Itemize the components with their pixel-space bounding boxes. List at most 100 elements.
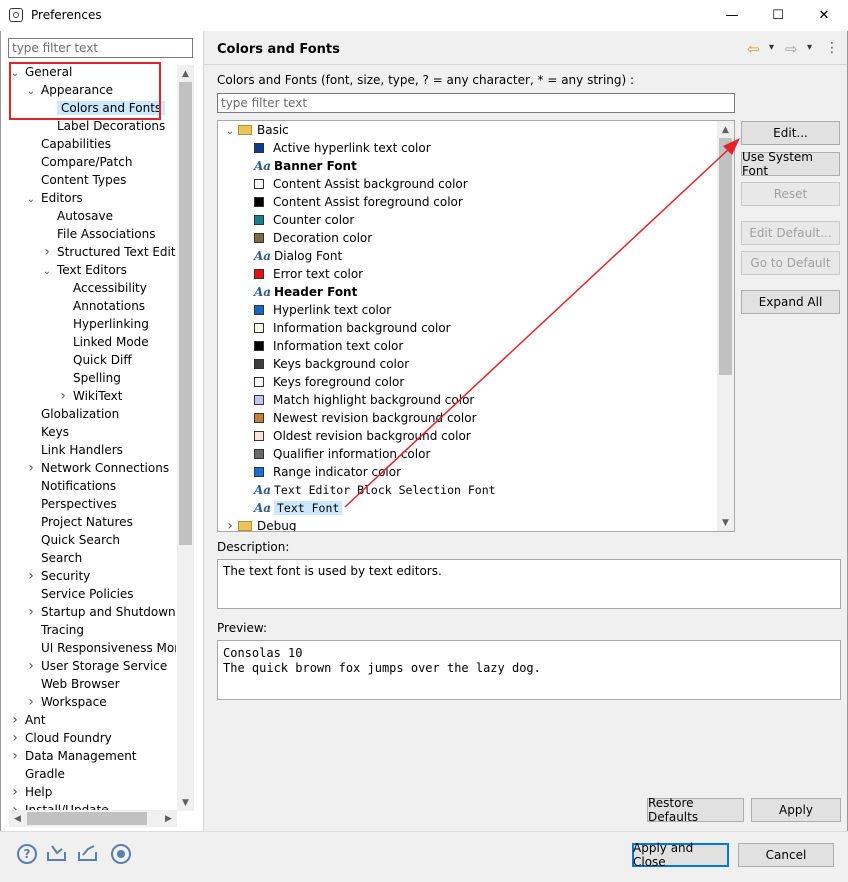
color-font-item[interactable]: Aa Text Font xyxy=(254,499,343,517)
tree-item-tracing[interactable]: Tracing xyxy=(25,621,84,639)
tree-item-accessibility[interactable]: Accessibility xyxy=(57,279,147,297)
record-icon[interactable] xyxy=(111,844,131,864)
tree-item-data-management[interactable]: › Data Management xyxy=(9,747,136,765)
tree-item-compare-patch[interactable]: Compare/Patch xyxy=(25,153,132,171)
color-font-item[interactable]: Hyperlink text color xyxy=(254,301,391,319)
tree-item-file-associations[interactable]: File Associations xyxy=(41,225,155,243)
tree-item-notifications[interactable]: Notifications xyxy=(25,477,116,495)
chevron-right-icon[interactable]: › xyxy=(25,657,37,675)
expand-all-button[interactable]: Expand All xyxy=(741,290,840,314)
scroll-down-icon[interactable]: ▼ xyxy=(177,794,194,811)
chevron-right-icon[interactable]: › xyxy=(9,729,21,747)
list-scroll-thumb[interactable] xyxy=(719,138,732,375)
color-font-item[interactable]: Qualifier information color xyxy=(254,445,430,463)
tree-item-search[interactable]: Search xyxy=(25,549,82,567)
tree-item-ui-responsiveness-monitoring[interactable]: UI Responsiveness Monitoring xyxy=(25,639,176,657)
edit-default-button[interactable]: Edit Default... xyxy=(741,221,840,245)
tree-item-service-policies[interactable]: Service Policies xyxy=(25,585,134,603)
back-arrow-icon[interactable]: ⇦ xyxy=(747,40,760,58)
chevron-right-icon[interactable]: › xyxy=(25,459,37,477)
chevron-right-icon[interactable]: › xyxy=(224,517,236,531)
tree-filter-input[interactable] xyxy=(8,38,193,58)
help-icon[interactable]: ? xyxy=(17,844,37,864)
tree-hscroll-thumb[interactable] xyxy=(27,812,147,825)
scroll-left-icon[interactable]: ◀ xyxy=(9,810,26,827)
export-icon[interactable] xyxy=(77,843,99,863)
chevron-right-icon[interactable]: › xyxy=(9,783,21,801)
tree-item-keys[interactable]: Keys xyxy=(25,423,69,441)
chevron-down-icon[interactable]: ⌄ xyxy=(41,263,53,281)
color-font-item[interactable]: Information background color xyxy=(254,319,451,337)
color-font-item[interactable]: ⌄ Basic xyxy=(224,121,289,139)
chevron-right-icon[interactable]: › xyxy=(57,387,69,405)
tree-item-structured-text-editors[interactable]: › Structured Text Editors xyxy=(41,243,176,261)
chevron-right-icon[interactable]: › xyxy=(9,711,21,729)
color-font-item[interactable]: Match highlight background color xyxy=(254,391,474,409)
color-font-item[interactable]: Aa Banner Font xyxy=(254,157,357,175)
scroll-right-icon[interactable]: ▶ xyxy=(160,810,177,827)
view-menu-icon[interactable]: ⋮ xyxy=(825,40,839,56)
tree-item-startup-and-shutdown[interactable]: › Startup and Shutdown xyxy=(25,603,175,621)
color-font-item[interactable]: Oldest revision background color xyxy=(254,427,471,445)
tree-item-quick-search[interactable]: Quick Search xyxy=(25,531,120,549)
tree-horizontal-scrollbar[interactable]: ◀ ▶ xyxy=(9,810,177,827)
tree-item-network-connections[interactable]: › Network Connections xyxy=(25,459,169,477)
tree-scroll-thumb[interactable] xyxy=(179,82,192,545)
color-font-item[interactable]: Keys background color xyxy=(254,355,409,373)
chevron-right-icon[interactable]: › xyxy=(9,747,21,765)
go-to-default-button[interactable]: Go to Default xyxy=(741,251,840,275)
tree-item-hyperlinking[interactable]: Hyperlinking xyxy=(57,315,149,333)
colors-list-scrollbar[interactable]: ▲ ▼ xyxy=(717,121,734,531)
minimize-button[interactable]: — xyxy=(709,0,755,31)
tree-item-spelling[interactable]: Spelling xyxy=(57,369,121,387)
color-font-item[interactable]: Content Assist background color xyxy=(254,175,468,193)
color-font-item[interactable]: Newest revision background color xyxy=(254,409,477,427)
chevron-down-icon[interactable]: ⌄ xyxy=(25,191,37,209)
color-font-item[interactable]: Error text color xyxy=(254,265,363,283)
use-system-font-button[interactable]: Use System Font xyxy=(741,150,840,178)
back-dropdown-icon[interactable]: ▾ xyxy=(769,42,774,53)
chevron-right-icon[interactable]: › xyxy=(25,567,37,585)
tree-item-globalization[interactable]: Globalization xyxy=(25,405,119,423)
close-button[interactable]: ✕ xyxy=(801,0,847,31)
chevron-down-icon[interactable]: ⌄ xyxy=(224,123,236,141)
tree-item-perspectives[interactable]: Perspectives xyxy=(25,495,117,513)
tree-item-help[interactable]: › Help xyxy=(9,783,52,801)
tree-item-link-handlers[interactable]: Link Handlers xyxy=(25,441,123,459)
tree-item-wikitext[interactable]: › WikiText xyxy=(57,387,122,405)
tree-item-content-types[interactable]: Content Types xyxy=(25,171,126,189)
tree-item-project-natures[interactable]: Project Natures xyxy=(25,513,133,531)
tree-item-capabilities[interactable]: Capabilities xyxy=(25,135,111,153)
color-font-item[interactable]: Counter color xyxy=(254,211,354,229)
apply-and-close-button[interactable]: Apply and Close xyxy=(632,841,729,869)
tree-item-editors[interactable]: ⌄ Editors xyxy=(25,189,83,207)
color-font-item[interactable]: Content Assist foreground color xyxy=(254,193,463,211)
list-scroll-up-icon[interactable]: ▲ xyxy=(717,121,734,138)
chevron-right-icon[interactable]: › xyxy=(25,693,37,711)
edit-button[interactable]: Edit... xyxy=(741,121,840,145)
color-font-item[interactable]: Information text color xyxy=(254,337,403,355)
tree-item-annotations[interactable]: Annotations xyxy=(57,297,145,315)
tree-item-workspace[interactable]: › Workspace xyxy=(25,693,106,711)
color-font-item[interactable]: Range indicator color xyxy=(254,463,401,481)
tree-vertical-scrollbar[interactable]: ▲ ▼ xyxy=(177,65,194,811)
colors-filter-input[interactable] xyxy=(217,93,735,113)
tree-item-user-storage-service[interactable]: › User Storage Service xyxy=(25,657,167,675)
color-font-item[interactable]: Aa Dialog Font xyxy=(254,247,342,265)
color-font-item[interactable]: Keys foreground color xyxy=(254,373,404,391)
apply-button[interactable]: Apply xyxy=(751,798,841,822)
tree-item-autosave[interactable]: Autosave xyxy=(41,207,113,225)
forward-dropdown-icon[interactable]: ▾ xyxy=(807,42,812,53)
reset-button[interactable]: Reset xyxy=(741,182,840,206)
chevron-right-icon[interactable]: › xyxy=(25,603,37,621)
color-font-item[interactable]: › Debug xyxy=(224,517,296,531)
tree-item-security[interactable]: › Security xyxy=(25,567,90,585)
list-scroll-down-icon[interactable]: ▼ xyxy=(717,514,734,531)
tree-item-gradle[interactable]: Gradle xyxy=(9,765,65,783)
color-font-item[interactable]: Aa Text Editor Block Selection Font xyxy=(254,481,496,499)
restore-defaults-button[interactable]: Restore Defaults xyxy=(647,796,744,824)
chevron-right-icon[interactable]: › xyxy=(41,243,53,261)
tree-item-ant[interactable]: › Ant xyxy=(9,711,45,729)
scroll-up-icon[interactable]: ▲ xyxy=(177,65,194,82)
color-font-item[interactable]: Active hyperlink text color xyxy=(254,139,431,157)
